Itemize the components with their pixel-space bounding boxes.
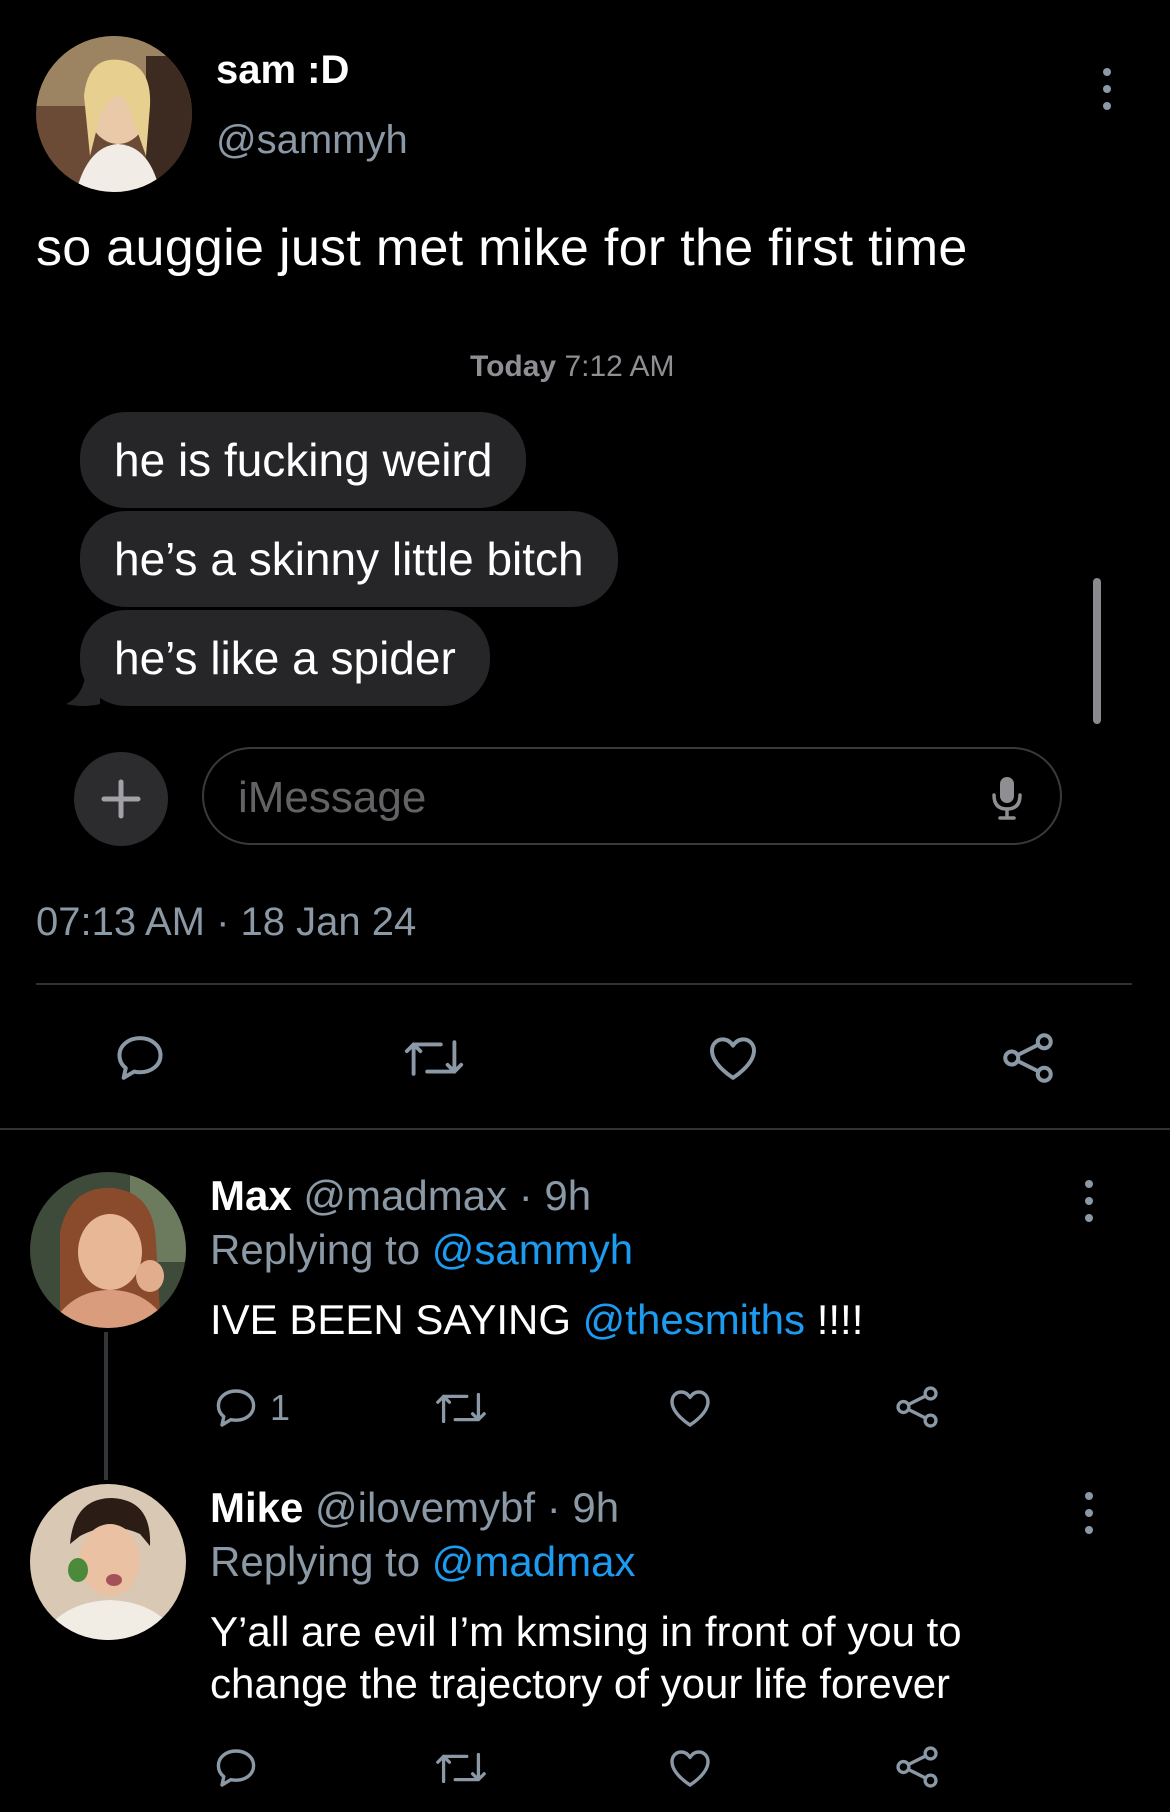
share-button[interactable] [998,1028,1058,1088]
reply-time[interactable]: · 9h [547,1484,619,1531]
reply-display-name[interactable]: Mike [210,1484,303,1531]
timestamp-time: 7:12 AM [564,350,675,383]
heart-icon [670,1390,710,1427]
reply-time[interactable]: · 9h [519,1172,591,1219]
mention-link[interactable]: @thesmiths [583,1296,805,1343]
reply-text-after: !!!! [805,1296,864,1343]
replying-to-link[interactable]: @madmax [432,1538,636,1585]
reply-handle[interactable]: @ilovemybf [315,1484,535,1531]
replying-label: Replying to [210,1226,421,1273]
reply-more-options-icon[interactable] [1082,1180,1096,1222]
reply-text: Y’all are evil I’m kmsing in front of yo… [210,1608,962,1707]
reply-more-options-icon[interactable] [1082,1492,1096,1534]
share-button[interactable] [892,1742,942,1792]
like-button[interactable] [704,1030,762,1086]
reply-avatar-max[interactable] [30,1172,186,1328]
reply-avatar-mike[interactable] [30,1484,186,1640]
meta-divider [36,983,1132,985]
reply-text: IVE BEEN SAYING @thesmiths !!!! [210,1296,863,1344]
reply-handle[interactable]: @madmax [303,1172,507,1219]
author-handle[interactable]: @sammyh [216,118,408,163]
reply-button[interactable]: 1 [212,1384,290,1432]
reply-count: 1 [270,1387,291,1428]
reply-display-name[interactable]: Max [210,1172,292,1219]
reply-icon [216,1389,256,1427]
bubble-tail [66,670,100,706]
reply-button[interactable] [212,1744,260,1792]
like-button[interactable] [665,1384,715,1432]
add-attachment-button[interactable] [74,752,168,846]
heart-icon [710,1037,756,1080]
retweet-icon [436,1752,486,1784]
more-options-icon[interactable] [1100,68,1114,110]
reply-header: Max @madmax · 9h [210,1172,591,1220]
replying-label: Replying to [210,1538,421,1585]
tweet-text: so auggie just met mike for the first ti… [36,219,968,277]
message-bubble: he is fucking weird [80,412,527,508]
retweet-icon [436,1392,486,1424]
section-divider [0,1128,1170,1130]
heart-icon [670,1750,710,1787]
share-button[interactable] [892,1382,942,1432]
reply-text-before: IVE BEEN SAYING [210,1296,583,1343]
reply-header: Mike @ilovemybf · 9h [210,1484,619,1532]
timestamp-day: Today [470,350,557,383]
retweet-icon [404,1040,464,1076]
scrollbar[interactable] [1093,578,1101,724]
share-icon [1003,1033,1053,1083]
microphone-icon[interactable] [990,775,1024,821]
plus-icon [101,779,141,819]
tweet-timestamp[interactable]: 07:13 AM · 18 Jan 24 [36,900,416,945]
replying-to-link[interactable]: @sammyh [432,1226,633,1273]
thread-line [104,1332,108,1480]
like-button[interactable] [665,1744,715,1792]
reply-icon [117,1036,163,1080]
imessage-placeholder: iMessage [238,773,427,822]
reply-icon [216,1749,256,1787]
message-bubble: he’s a skinny little bitch [80,511,618,607]
retweet-button[interactable] [432,1384,490,1432]
retweet-button[interactable] [432,1744,490,1792]
reply-button[interactable] [112,1030,168,1086]
screenshot-timestamp: Today 7:12 AM [470,350,675,384]
share-icon [896,1386,938,1428]
replying-to: Replying to @madmax [210,1538,635,1586]
author-avatar[interactable] [36,36,192,192]
retweet-button[interactable] [400,1030,468,1086]
imessage-input[interactable]: iMessage [202,747,1062,845]
share-icon [896,1746,938,1788]
replying-to: Replying to @sammyh [210,1226,633,1274]
message-bubble: he’s like a spider [80,610,490,706]
author-display-name[interactable]: sam :D [216,48,349,93]
